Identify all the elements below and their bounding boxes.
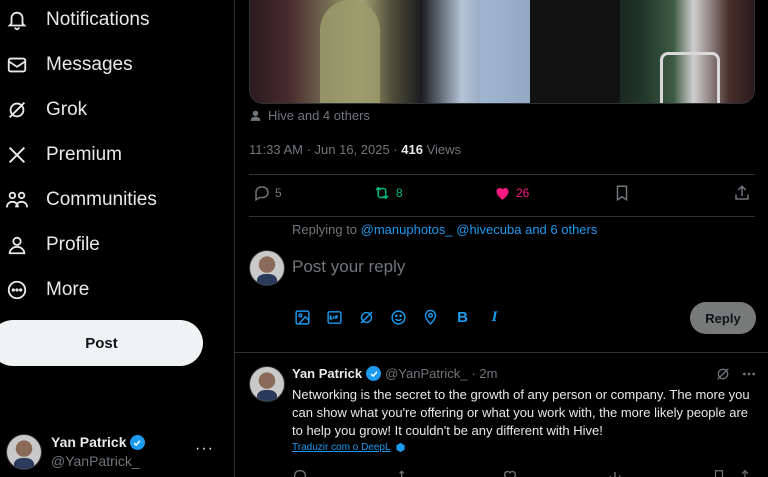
more-options-icon[interactable] xyxy=(741,366,757,382)
verified-badge-icon xyxy=(129,435,145,450)
sidebar-item-label: Notifications xyxy=(46,9,150,30)
post-button[interactable]: Post xyxy=(0,320,203,366)
avatar[interactable] xyxy=(249,366,285,402)
reply-tweet-actions xyxy=(292,468,752,477)
replying-prefix: Replying to xyxy=(292,222,361,237)
sidebar: Notifications Messages Grok Premium Comm… xyxy=(0,0,234,477)
repost-icon[interactable] xyxy=(397,468,413,477)
tweet-actions: 5 8 26 xyxy=(249,184,755,208)
sidebar-item-grok[interactable]: Grok xyxy=(0,90,87,130)
person-icon xyxy=(0,232,34,258)
reply-input[interactable]: Post your reply xyxy=(292,257,405,277)
reply-tweet-header: Yan Patrick @YanPatrick_ · 2m xyxy=(292,366,497,381)
gif-icon[interactable] xyxy=(325,308,344,327)
reply-author-handle[interactable]: @YanPatrick_ xyxy=(385,366,467,381)
more-circle-icon xyxy=(0,277,34,303)
reply-count: 5 xyxy=(275,186,282,200)
views-icon[interactable] xyxy=(607,468,623,477)
repost-icon xyxy=(375,186,389,200)
repost-action[interactable]: 8 xyxy=(372,184,403,202)
photo-person-shape xyxy=(320,0,380,103)
reply-button[interactable]: Reply xyxy=(690,302,756,334)
heart-icon xyxy=(496,187,509,200)
tweet-timestamp[interactable]: 11:33 AM · Jun 16, 2025 · xyxy=(249,142,401,157)
x-logo-icon xyxy=(0,142,34,168)
people-icon xyxy=(0,187,34,213)
share-icon xyxy=(735,185,749,200)
sidebar-item-notifications[interactable]: Notifications xyxy=(0,0,150,40)
translate-label: Traduzir com o DeepL xyxy=(292,442,391,453)
reply-action[interactable]: 5 xyxy=(253,184,282,202)
avatar xyxy=(249,250,285,286)
retweeted-by[interactable]: Hive and 4 others xyxy=(249,108,370,123)
reply-icon[interactable] xyxy=(292,468,308,477)
views-count: 416 xyxy=(401,142,423,157)
grok-icon[interactable] xyxy=(357,308,376,327)
emoji-icon[interactable] xyxy=(389,308,408,327)
heart-icon[interactable] xyxy=(502,468,518,477)
divider xyxy=(235,352,768,353)
bold-icon[interactable]: B xyxy=(453,308,472,327)
reply-tweet-text: Networking is the secret to the growth o… xyxy=(292,387,750,438)
sidebar-item-profile[interactable]: Profile xyxy=(0,225,100,265)
replying-to-link[interactable]: @manuphotos_ @hivecuba and 6 others xyxy=(361,222,598,237)
deepl-icon xyxy=(395,442,405,453)
grok-icon xyxy=(0,97,34,123)
sidebar-item-communities[interactable]: Communities xyxy=(0,180,157,220)
views-label: Views xyxy=(422,142,462,157)
account-handle: @YanPatrick_ xyxy=(51,453,140,469)
divider xyxy=(249,174,755,175)
envelope-icon xyxy=(0,52,34,78)
avatar xyxy=(6,434,42,470)
bookmark-icon[interactable] xyxy=(712,468,726,477)
repost-count: 8 xyxy=(396,186,403,200)
verified-badge-icon xyxy=(366,366,382,381)
sidebar-item-label: Grok xyxy=(46,99,88,120)
tweet-meta: 11:33 AM · Jun 16, 2025 · 416 Views xyxy=(249,142,461,157)
tweet-photo[interactable] xyxy=(249,0,755,104)
reply-icon xyxy=(255,186,269,202)
like-action[interactable]: 26 xyxy=(493,184,529,202)
bookmark-icon xyxy=(616,185,628,202)
more-options-icon[interactable]: ··· xyxy=(195,440,214,458)
photo-chair-shape xyxy=(660,52,720,103)
bookmark-action[interactable] xyxy=(613,184,631,202)
share-icon[interactable] xyxy=(738,468,752,477)
photo-person-shape xyxy=(530,0,620,103)
retweeted-by-text: Hive and 4 others xyxy=(268,108,370,123)
share-action[interactable] xyxy=(733,184,751,202)
sidebar-item-label: More xyxy=(46,279,90,300)
tweet-detail: Hive and 4 others 11:33 AM · Jun 16, 202… xyxy=(235,0,768,477)
photo-person-shape xyxy=(480,0,530,103)
sidebar-item-premium[interactable]: Premium xyxy=(0,135,122,175)
grok-icon[interactable] xyxy=(715,366,731,382)
italic-icon[interactable]: I xyxy=(485,308,504,327)
divider xyxy=(249,216,755,217)
reply-time[interactable]: · 2m xyxy=(471,366,497,381)
location-icon[interactable] xyxy=(421,308,440,327)
sidebar-item-label: Communities xyxy=(46,189,157,210)
sidebar-item-more[interactable]: More xyxy=(0,270,89,310)
image-icon[interactable] xyxy=(293,308,312,327)
account-display-name: Yan Patrick xyxy=(51,434,127,450)
translate-link[interactable]: Traduzir com o DeepL xyxy=(292,442,406,453)
like-count: 26 xyxy=(516,186,530,200)
reply-tweet-tools xyxy=(715,366,757,382)
replying-to: Replying to @manuphotos_ @hivecuba and 6… xyxy=(292,222,597,237)
sidebar-item-messages[interactable]: Messages xyxy=(0,45,133,85)
sidebar-item-label: Profile xyxy=(46,234,100,255)
account-switcher[interactable]: Yan Patrick @YanPatrick_ ··· xyxy=(6,432,226,472)
bell-icon xyxy=(0,7,34,33)
sidebar-item-label: Messages xyxy=(46,54,133,75)
compose-toolbar: B I xyxy=(293,308,504,327)
reply-author-name[interactable]: Yan Patrick xyxy=(292,366,362,381)
sidebar-item-label: Premium xyxy=(46,144,123,165)
person-icon xyxy=(250,110,261,121)
